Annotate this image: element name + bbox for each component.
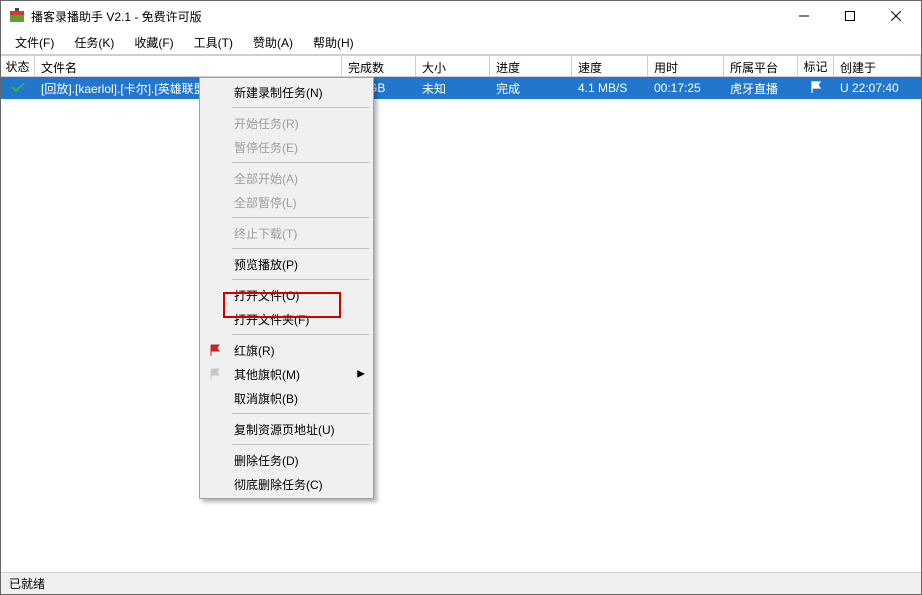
ctx-cancel-flag[interactable]: 取消旗帜(B) xyxy=(202,386,371,410)
col-flag[interactable]: 标记 xyxy=(798,56,834,76)
created-cell: U 22:07:40 xyxy=(834,81,921,95)
ctx-start-task: 开始任务(R) xyxy=(202,111,371,135)
col-status[interactable]: 状态 xyxy=(1,56,35,76)
col-elapsed[interactable]: 用时 xyxy=(648,56,724,76)
close-button[interactable] xyxy=(873,2,919,30)
ctx-other-flags[interactable]: 其他旗帜(M) ▶ xyxy=(202,362,371,386)
app-icon xyxy=(9,8,25,24)
separator xyxy=(232,107,369,108)
ctx-start-all: 全部开始(A) xyxy=(202,166,371,190)
ctx-open-folder[interactable]: 打开文件夹(F) xyxy=(202,307,371,331)
minimize-button[interactable] xyxy=(781,2,827,30)
separator xyxy=(232,413,369,414)
menu-help[interactable]: 帮助(H) xyxy=(303,31,364,54)
ctx-red-flag[interactable]: 红旗(R) xyxy=(202,338,371,362)
ctx-new-task[interactable]: 新建录制任务(N) xyxy=(202,80,371,104)
menubar: 文件(F) 任务(K) 收藏(F) 工具(T) 赞助(A) 帮助(H) xyxy=(1,31,921,55)
ctx-delete-fully[interactable]: 彻底删除任务(C) xyxy=(202,472,371,496)
col-platform[interactable]: 所属平台 xyxy=(724,56,798,76)
speed-cell: 4.1 MB/S xyxy=(572,81,648,95)
menu-tools[interactable]: 工具(T) xyxy=(184,31,243,54)
statusbar: 已就绪 xyxy=(1,572,921,594)
titlebar: 播客录播助手 V2.1 - 免费许可版 xyxy=(1,1,921,31)
col-filename[interactable]: 文件名 xyxy=(35,56,342,76)
col-size[interactable]: 大小 xyxy=(416,56,490,76)
ctx-stop-download: 终止下载(T) xyxy=(202,221,371,245)
ctx-open-file[interactable]: 打开文件(O) xyxy=(202,283,371,307)
ctx-red-flag-label: 红旗(R) xyxy=(234,342,275,359)
context-menu: 新建录制任务(N) 开始任务(R) 暂停任务(E) 全部开始(A) 全部暂停(L… xyxy=(199,77,374,499)
separator xyxy=(232,279,369,280)
window-title: 播客录播助手 V2.1 - 免费许可版 xyxy=(31,8,781,25)
status-text: 已就绪 xyxy=(9,575,45,592)
separator xyxy=(232,334,369,335)
menu-file[interactable]: 文件(F) xyxy=(5,31,64,54)
platform-cell: 虎牙直播 xyxy=(724,80,798,97)
ctx-delete-task[interactable]: 删除任务(D) xyxy=(202,448,371,472)
flag-icon xyxy=(809,80,823,97)
separator xyxy=(232,248,369,249)
ctx-preview[interactable]: 预览播放(P) xyxy=(202,252,371,276)
table-row[interactable]: [回放].[kaerlol].[卡尔].[英雄联盟].[卡尔真 · . . . … xyxy=(1,77,921,99)
flag-red-icon xyxy=(207,342,223,358)
task-list[interactable]: [回放].[kaerlol].[卡尔].[英雄联盟].[卡尔真 · . . . … xyxy=(1,77,921,572)
maximize-button[interactable] xyxy=(827,2,873,30)
col-created[interactable]: 创建于 xyxy=(834,56,921,76)
separator xyxy=(232,162,369,163)
separator xyxy=(232,444,369,445)
col-completed[interactable]: 完成数 xyxy=(342,56,416,76)
column-header-row: 状态 文件名 完成数 大小 进度 速度 用时 所属平台 标记 创建于 xyxy=(1,55,921,77)
elapsed-cell: 00:17:25 xyxy=(648,81,724,95)
col-speed[interactable]: 速度 xyxy=(572,56,648,76)
menu-donate[interactable]: 赞助(A) xyxy=(243,31,303,54)
size-cell: 未知 xyxy=(416,80,490,97)
ctx-other-flags-label: 其他旗帜(M) xyxy=(234,366,300,383)
menu-tasks[interactable]: 任务(K) xyxy=(64,31,124,54)
progress-cell: 完成 xyxy=(490,80,572,97)
status-cell xyxy=(1,81,35,96)
flag-cell xyxy=(798,80,834,97)
ctx-copy-url[interactable]: 复制资源页地址(U) xyxy=(202,417,371,441)
check-icon xyxy=(10,81,26,96)
ctx-pause-task: 暂停任务(E) xyxy=(202,135,371,159)
flag-gray-icon xyxy=(207,366,223,382)
menu-favorites[interactable]: 收藏(F) xyxy=(124,31,183,54)
ctx-pause-all: 全部暂停(L) xyxy=(202,190,371,214)
chevron-right-icon: ▶ xyxy=(357,369,365,380)
col-progress[interactable]: 进度 xyxy=(490,56,572,76)
separator xyxy=(232,217,369,218)
